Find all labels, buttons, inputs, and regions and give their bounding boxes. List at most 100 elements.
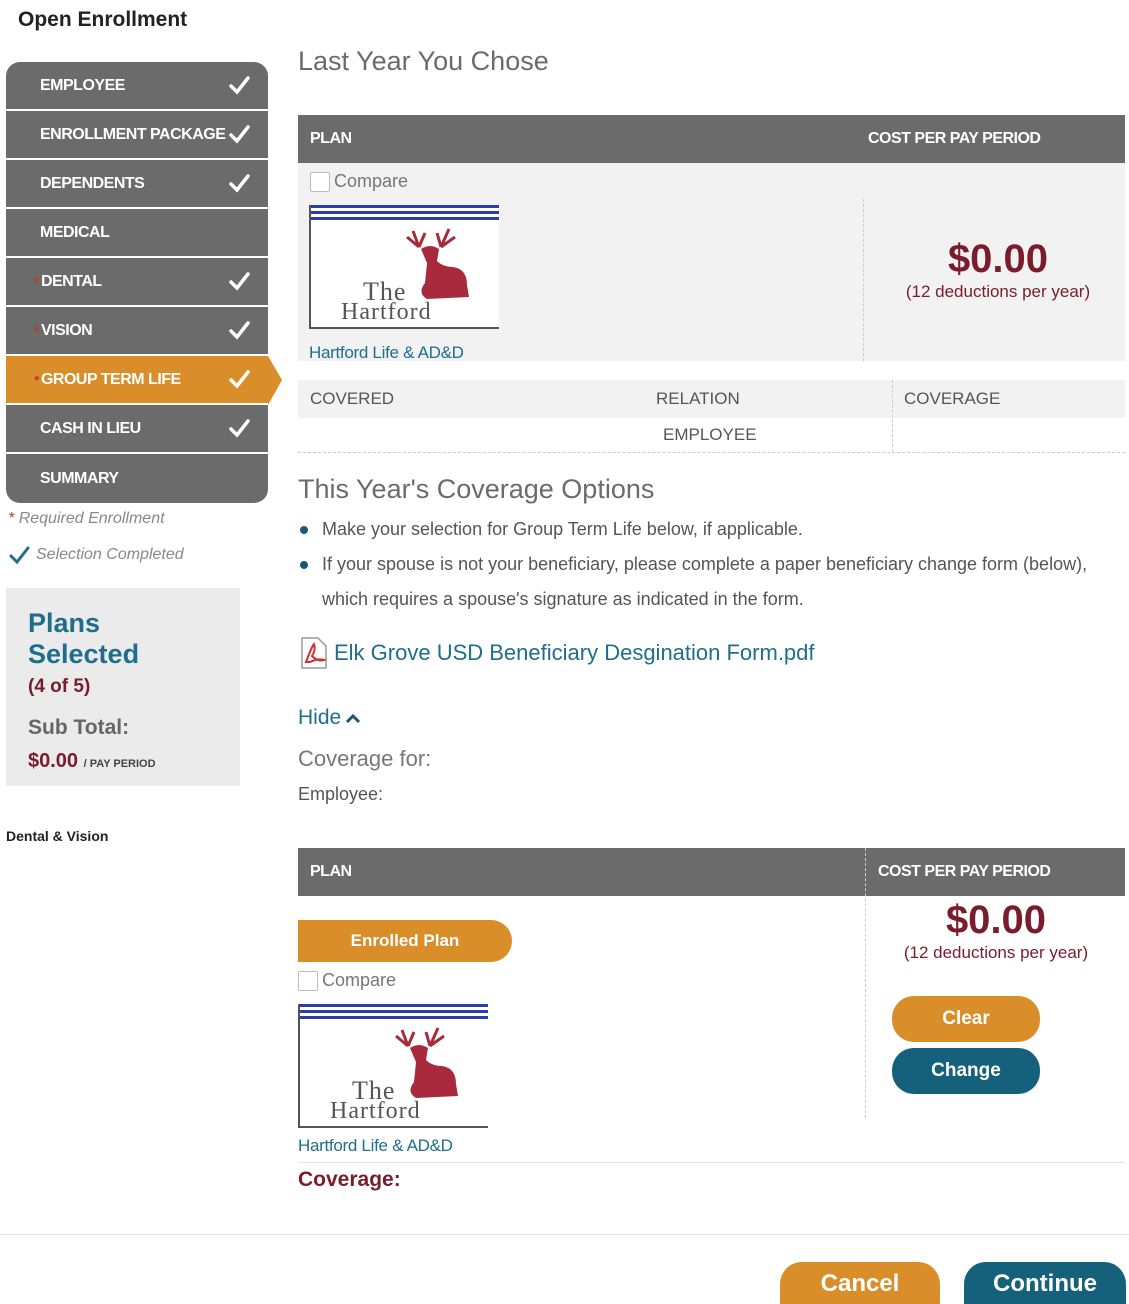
col-relation: RELATION [656,389,740,408]
sidebar-item-cash-in-lieu[interactable]: CASH IN LIEU [6,405,268,454]
legend-completed-text: Selection Completed [36,546,184,563]
instructions-list: Make your selection for Group Term Life … [298,512,1118,617]
checkmark-icon [229,174,250,193]
sidebar-item-label: DEPENDENTS [40,174,145,192]
col-plan: PLAN [310,863,352,880]
hartford-logo: The Hartford [298,1004,488,1128]
checkmark-icon [229,272,250,291]
divider [865,848,866,1118]
last-year-price: $0.00 [947,237,1049,281]
legend-required-text: Required Enrollment [18,510,165,527]
checkbox-box[interactable] [298,970,318,991]
sidebar-note: Dental & Vision [6,828,109,844]
change-button[interactable]: Change [892,1048,1040,1094]
checkmark-icon [229,76,250,95]
hide-label[interactable]: Hide [298,706,341,730]
sidebar-item-summary[interactable]: SUMMARY [6,454,268,503]
checkmark-icon [229,321,250,340]
this-year-price-block: $0.00 (12 deductions per year) [876,898,1116,963]
last-year-plan-card: Compare The Hartford Hartford Life & AD&… [298,163,1125,363]
divider [892,380,893,452]
checkmark-icon [9,546,30,565]
divider [298,452,1125,453]
plans-selected-panel: Plans Selected (4 of 5) Sub Total: $0.00… [6,588,240,786]
page-title: Open Enrollment [18,8,188,31]
legend-completed: Selection Completed [8,544,184,566]
subtotal-label: Sub Total: [28,716,130,739]
sidebar-item-enrollment-package[interactable]: ENROLLMENT PACKAGE [6,111,268,160]
footer-divider [0,1234,1129,1235]
this-year-price-note: (12 deductions per year) [903,943,1089,962]
sidebar-item-label: SUMMARY [40,469,119,487]
sidebar-item-group-term-life[interactable]: * GROUP TERM LIFE [6,356,282,405]
sidebar-item-employee[interactable]: EMPLOYEE [6,62,268,111]
logo-stripes [300,1004,488,1019]
logo-word-hartford: Hartford [341,299,432,325]
checkbox-box[interactable] [310,171,330,192]
plans-selected-count: (4 of 5) [28,676,91,697]
col-covered: COVERED [310,389,395,408]
sidebar-item-label: GROUP TERM LIFE [40,370,181,388]
compare-label: Compare [322,970,397,990]
checkmark-icon [229,419,250,438]
instruction-item: If your spouse is not your beneficiary, … [298,547,1118,617]
last-year-price-note: (12 deductions per year) [905,282,1091,301]
stag-icon [395,1027,458,1098]
logo-stripes [311,205,499,220]
compare-checkbox[interactable]: Compare [310,171,408,192]
required-marker: * [8,510,15,527]
instruction-item: Make your selection for Group Term Life … [298,512,1118,547]
compare-checkbox[interactable]: Compare [298,970,396,991]
carrier-name[interactable]: Hartford Life & AD&D [298,1136,453,1156]
col-cost: COST PER PAY PERIOD [868,130,1041,147]
sidebar-item-label: EMPLOYEE [40,76,125,94]
pdf-link-text[interactable]: Elk Grove USD Beneficiary Desgination Fo… [334,640,815,666]
continue-button[interactable]: Continue [964,1262,1126,1304]
sidebar-item-label: VISION [40,321,93,339]
clear-button[interactable]: Clear [892,996,1040,1042]
logo-word-hartford: Hartford [330,1098,421,1124]
sidebar-item-vision[interactable]: * VISION [6,307,268,356]
stag-icon [406,228,469,299]
coverage-for-label: Coverage for: [298,746,432,771]
required-marker: * [34,371,39,388]
checkmark-icon [229,125,250,144]
employee-label: Employee: [298,784,384,804]
sidebar-item-label: DENTAL [40,272,102,290]
plans-selected-title: Plans Selected [28,608,140,669]
legend-required: * Required Enrollment [8,510,165,528]
col-cost: COST PER PAY PERIOD [878,863,1051,880]
last-year-price-block: $0.00 (12 deductions per year) [878,237,1118,302]
last-year-heading: Last Year You Chose [298,46,549,76]
subtotal-value: $0.00 [28,750,79,772]
sidebar-item-medical[interactable]: MEDICAL [6,209,268,258]
subtotal-value-row: $0.00 / PAY PERIOD [28,750,218,773]
pdf-icon [301,637,328,669]
this-year-heading: This Year's Coverage Options [298,474,655,504]
compare-label: Compare [334,171,409,191]
relation-value: EMPLOYEE [663,425,757,444]
enrolled-plan-badge: Enrolled Plan [298,920,512,962]
chevron-up-icon [346,713,361,724]
coverage-label: Coverage: [298,1168,401,1191]
checkmark-icon [229,370,250,389]
hide-toggle[interactable]: Hide [298,706,361,730]
col-coverage: COVERAGE [904,389,1001,408]
divider [298,1162,1125,1163]
sidebar-item-dependents[interactable]: DEPENDENTS [6,160,268,209]
enrollment-steps-nav: EMPLOYEE ENROLLMENT PACKAGE DEPENDENTS MEDI… [6,62,282,503]
required-marker: * [34,322,39,339]
sidebar-item-label: ENROLLMENT PACKAGE [40,125,226,143]
hartford-logo: The Hartford [309,205,499,329]
carrier-name[interactable]: Hartford Life & AD&D [309,343,464,363]
cancel-button[interactable]: Cancel [780,1262,940,1304]
col-plan: PLAN [310,130,352,147]
this-year-price: $0.00 [945,898,1047,942]
subtotal-unit: / PAY PERIOD [83,758,156,770]
beneficiary-form-link[interactable]: Elk Grove USD Beneficiary Desgination Fo… [298,636,815,670]
divider [863,199,864,361]
sidebar-item-dental[interactable]: * DENTAL [6,258,268,307]
last-year-table-header: PLAN COST PER PAY PERIOD [298,115,1125,163]
sidebar-item-label: CASH IN LIEU [40,419,141,437]
required-marker: * [34,273,39,290]
